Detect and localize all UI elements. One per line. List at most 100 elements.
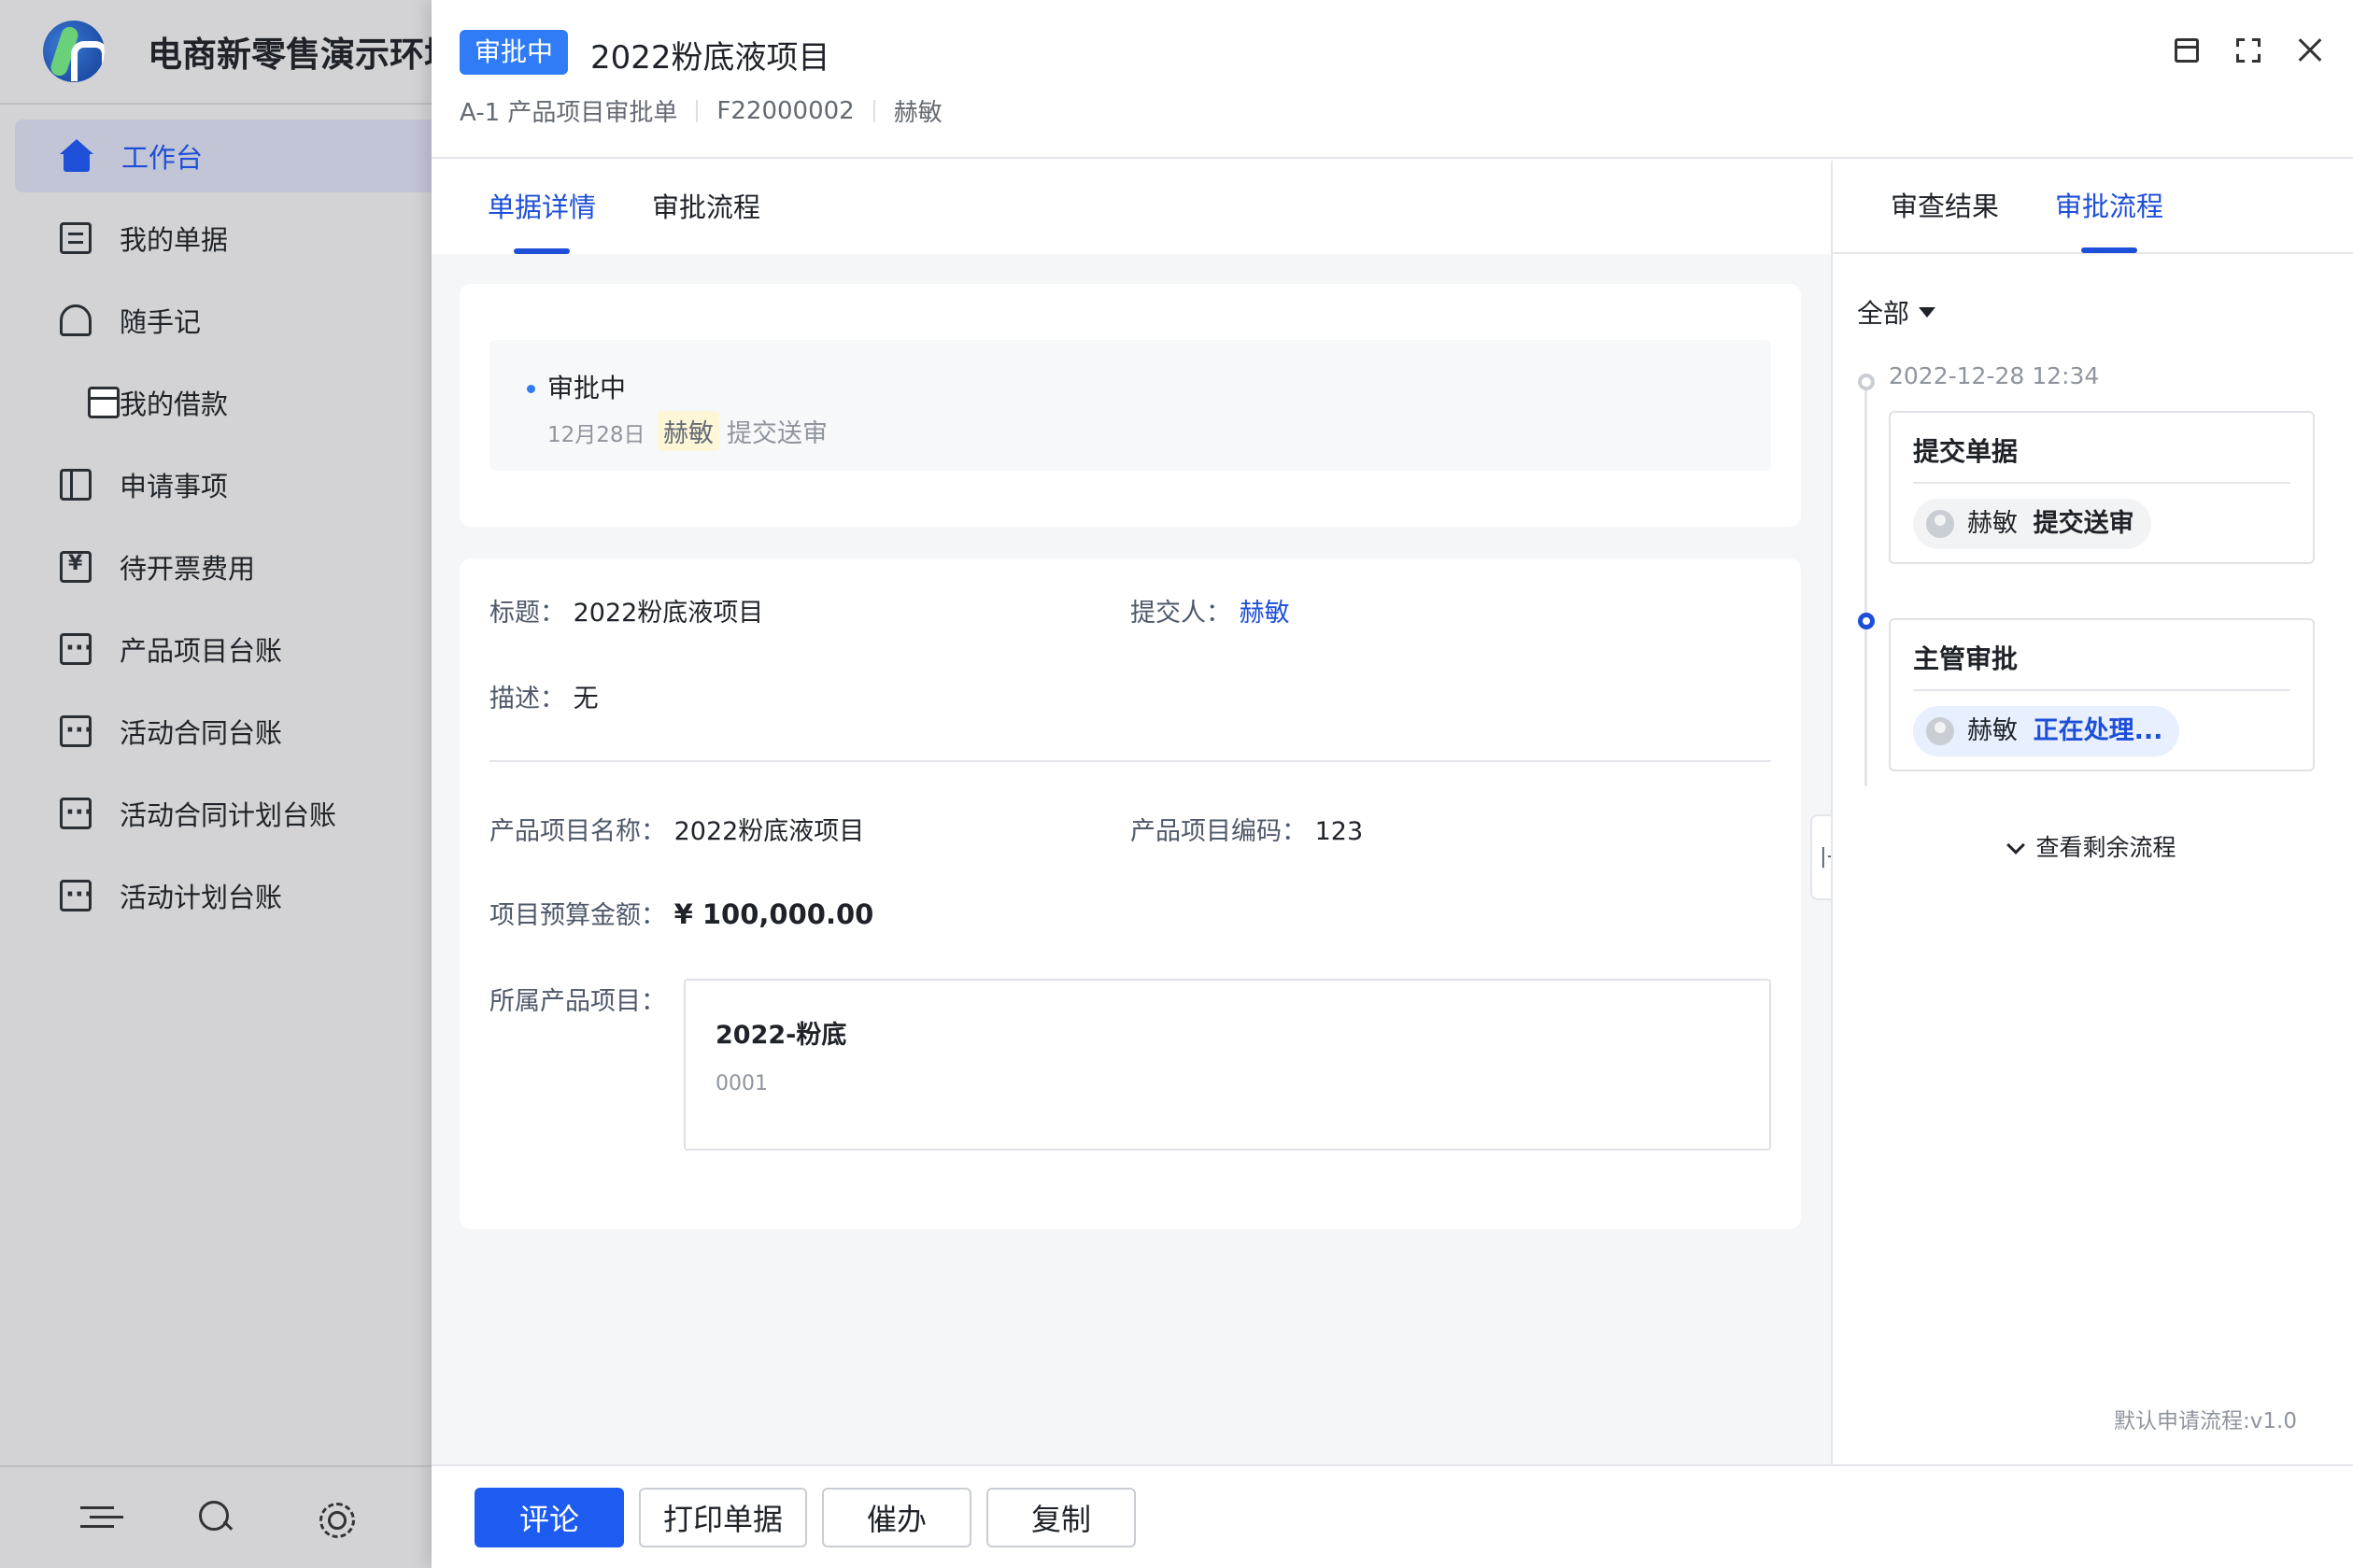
tab-review-results[interactable]: 审查结果	[1891, 160, 1999, 253]
sidebar-item-contract-ledger[interactable]: 活动合同台账	[15, 695, 432, 768]
filter-dropdown[interactable]: 全部	[1857, 293, 1936, 331]
document-meta: A-1 产品项目审批单 F22000002 赫敏	[460, 93, 943, 128]
field-value: 123	[1314, 817, 1364, 846]
sidebar-item-requests[interactable]: 申请事项	[15, 448, 432, 521]
comment-button[interactable]: 评论	[475, 1487, 624, 1547]
parent-project-code: 0001	[716, 1072, 768, 1095]
sidebar-header: 电商新零售演示环境	[0, 0, 432, 105]
app-logo	[43, 21, 105, 82]
sidebar-item-label: 活动合同计划台账	[120, 799, 337, 831]
flow-line	[1864, 385, 1867, 786]
field-label: 产品项目名称：	[489, 817, 666, 846]
sidebar: 电商新零售演示环境 工作台 我的单据 随手记 我的借款 申请事项 待开票费用	[0, 0, 432, 1568]
timeline-action: 提交送审	[727, 419, 828, 448]
sidebar-item-loans[interactable]: 我的借款	[15, 366, 432, 439]
step-action: 提交送审	[2033, 509, 2134, 538]
timeline-card: 审批中 12月28日 赫敏 提交送审	[460, 284, 1801, 527]
submitter-link[interactable]: 赫敏	[1240, 599, 1290, 628]
close-icon[interactable]	[2295, 35, 2325, 65]
product-name-field: 产品项目名称： 2022粉底液项目	[489, 811, 864, 847]
tab-approval-process[interactable]: 审批流程	[2055, 160, 2163, 253]
sidebar-item-workbench[interactable]: 工作台	[15, 120, 432, 192]
sidebar-item-notes[interactable]: 随手记	[15, 284, 432, 357]
app-title: 电商新零售演示环境	[148, 35, 432, 75]
tab-approval-flow[interactable]: 审批流程	[652, 161, 760, 254]
document-drawer: 审批中 2022粉底液项目 A-1 产品项目审批单 F22000002 赫敏 单…	[432, 0, 2353, 1568]
step-card-submit: 提交单据 赫敏 提交送审	[1889, 411, 2315, 564]
parent-project-field: 所属产品项目：	[489, 981, 666, 1017]
fullscreen-icon[interactable]	[2233, 35, 2263, 65]
ledger-icon	[60, 880, 93, 911]
chevron-down-icon	[2006, 836, 2026, 855]
budget-field: 项目预算金额： ¥ 100,000.00	[489, 895, 873, 931]
step-title: 提交单据	[1913, 436, 2019, 467]
step-action: 正在处理...	[2033, 716, 2163, 745]
sidebar-nav: 工作台 我的单据 随手记 我的借款 申请事项 待开票费用 产品项目台账 活动合	[0, 105, 432, 932]
step-chip: 赫敏 提交送审	[1913, 499, 2151, 549]
urge-button[interactable]: 催办	[822, 1487, 972, 1547]
layout-icon[interactable]	[2172, 35, 2202, 65]
main-tabs: 单据详情 审批流程	[432, 161, 1831, 254]
filter-label: 全部	[1857, 298, 1910, 329]
gear-icon[interactable]	[316, 1499, 356, 1538]
flow-dot-done	[1858, 374, 1875, 390]
form-number: F22000002	[716, 96, 855, 125]
header-actions	[2172, 35, 2325, 65]
sidebar-item-pending-invoice[interactable]: 待开票费用	[15, 530, 432, 603]
sidebar-footer	[0, 1465, 432, 1568]
sidebar-item-contract-plan-ledger[interactable]: 活动合同计划台账	[15, 777, 432, 850]
sidebar-item-label: 活动计划台账	[120, 882, 283, 913]
wallet-icon	[88, 387, 120, 418]
search-icon[interactable]	[197, 1499, 234, 1536]
field-value: 2022粉底液项目	[573, 599, 764, 628]
timeline-date: 12月28日	[547, 423, 645, 447]
main-content: 单据详情 审批流程 审批中 12月28日 赫敏 提交送审 标题： 2022粉底液…	[432, 161, 1831, 1464]
submitter-field: 提交人： 赫敏	[1130, 592, 1290, 629]
view-remaining-flow-link[interactable]: 查看剩余流程	[1833, 829, 2353, 863]
sidebar-item-label: 我的单据	[120, 224, 229, 256]
sidebar-item-product-ledger[interactable]: 产品项目台账	[15, 613, 432, 685]
parent-project-card[interactable]: 2022-粉底 0001	[684, 979, 1771, 1151]
sidebar-item-label: 活动合同台账	[120, 717, 283, 749]
drawer-header: 审批中 2022粉底液项目 A-1 产品项目审批单 F22000002 赫敏	[432, 0, 2353, 159]
sidebar-item-plan-ledger[interactable]: 活动计划台账	[15, 859, 432, 932]
field-label: 所属产品项目：	[489, 987, 666, 1016]
book-icon	[60, 469, 92, 501]
divider	[696, 99, 699, 122]
step-chip: 赫敏 正在处理...	[1913, 706, 2180, 756]
approval-panel: 审查结果 审批流程 全部 2022-12-28 12:34 提交单据 赫敏 提交…	[1831, 161, 2353, 1464]
parent-project-name: 2022-粉底	[716, 1021, 847, 1050]
more-label: 查看剩余流程	[2035, 834, 2176, 861]
tab-document-details[interactable]: 单据详情	[488, 161, 596, 254]
step-person: 赫敏	[1967, 509, 2018, 538]
detail-card: 标题： 2022粉底液项目 提交人： 赫敏 描述： 无 产品项目名称： 2022…	[460, 558, 1801, 1229]
timeline-person: 赫敏	[658, 411, 719, 451]
field-label: 提交人：	[1130, 599, 1231, 628]
title-field: 标题： 2022粉底液项目	[489, 592, 763, 629]
sidebar-item-label: 申请事项	[120, 471, 229, 502]
timeline-dot	[527, 385, 535, 393]
note-icon	[60, 304, 92, 336]
form-type: A-1 产品项目审批单	[460, 99, 678, 127]
print-button[interactable]: 打印单据	[639, 1487, 808, 1547]
collapse-icon[interactable]	[78, 1499, 116, 1536]
divider	[1913, 689, 2290, 691]
ledger-icon	[60, 633, 93, 665]
avatar	[1926, 510, 1954, 538]
avatar	[1926, 717, 1954, 745]
flow-time: 2022-12-28 12:34	[1889, 362, 2100, 389]
sidebar-item-label: 随手记	[120, 306, 202, 338]
step-card-manager: 主管审批 赫敏 正在处理...	[1889, 618, 2315, 771]
sidebar-item-my-documents[interactable]: 我的单据	[15, 202, 432, 275]
ledger-icon	[60, 715, 93, 747]
sidebar-item-label: 产品项目台账	[120, 635, 283, 667]
divider	[872, 99, 875, 122]
home-icon	[60, 139, 93, 173]
field-value: 无	[573, 685, 599, 713]
timeline-entry: 审批中 12月28日 赫敏 提交送审	[489, 340, 1771, 471]
copy-button[interactable]: 复制	[986, 1487, 1137, 1547]
timeline-status: 审批中	[547, 373, 627, 403]
description-field: 描述： 无	[489, 678, 599, 714]
flow-version: 默认申请流程:v1.0	[2114, 1409, 2297, 1434]
sidebar-item-label: 我的借款	[120, 388, 229, 420]
